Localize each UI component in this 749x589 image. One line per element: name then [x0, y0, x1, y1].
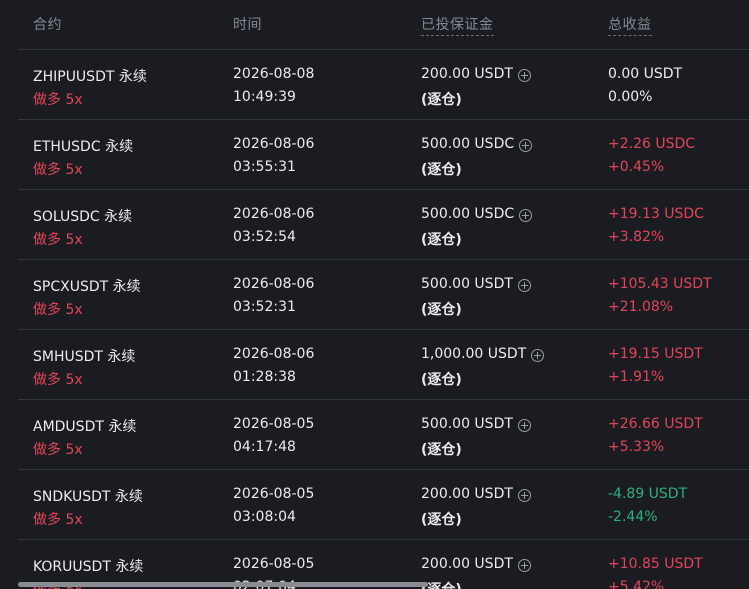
header-time: 时间 [233, 17, 262, 33]
open-date: 2026-08-06 [233, 136, 315, 152]
symbol-label[interactable]: SMHUSDT 永续 [33, 346, 135, 366]
header-pnl[interactable]: 总收益 [608, 14, 652, 36]
open-date: 2026-08-06 [233, 206, 315, 222]
table-row[interactable]: AMDUSDT 永续 做多 5x 2026-08-05 04:17:48 500… [18, 400, 749, 470]
plus-circle-icon[interactable] [517, 559, 531, 572]
pnl-percent: +0.45% [608, 159, 665, 175]
table-row[interactable]: SOLUSDC 永续 做多 5x 2026-08-06 03:52:54 500… [18, 190, 749, 260]
margin-mode: (逐仓) [421, 512, 462, 528]
open-time: 04:17:48 [233, 439, 296, 455]
margin-value: 500.00 USDT [421, 276, 513, 292]
pnl-percent: 0.00% [608, 89, 653, 105]
table-row[interactable]: ETHUSDC 永续 做多 5x 2026-08-06 03:55:31 500… [18, 120, 749, 190]
pnl-value: +26.66 USDT [608, 416, 703, 432]
pnl-value: +2.26 USDC [608, 136, 696, 152]
pnl-value: +19.15 USDT [608, 346, 703, 362]
symbol-label[interactable]: SOLUSDC 永续 [33, 206, 132, 226]
symbol-label[interactable]: ZHIPUUSDT 永续 [33, 66, 147, 86]
table-row[interactable]: SNDKUSDT 永续 做多 5x 2026-08-05 03:08:04 20… [18, 470, 749, 540]
open-date: 2026-08-05 [233, 556, 315, 572]
positions-list: ZHIPUUSDT 永续 做多 5x 2026-08-08 10:49:39 2… [18, 50, 749, 589]
plus-circle-icon[interactable] [519, 139, 533, 152]
margin-mode: (逐仓) [421, 162, 462, 178]
side-leverage-label: 做多 5x [33, 302, 83, 318]
open-time: 03:55:31 [233, 159, 296, 175]
plus-circle-icon[interactable] [517, 69, 531, 82]
pnl-value: +19.13 USDC [608, 206, 704, 222]
positions-panel: 合约 时间 已投保证金 总收益 ZHIPUUSDT 永续 做多 5x 2026-… [18, 0, 749, 589]
table-row[interactable]: SMHUSDT 永续 做多 5x 2026-08-06 01:28:38 1,0… [18, 330, 749, 400]
table-row[interactable]: SPCXUSDT 永续 做多 5x 2026-08-06 03:52:31 50… [18, 260, 749, 330]
side-leverage-label: 做多 5x [33, 232, 83, 248]
pnl-value: 0.00 USDT [608, 66, 683, 82]
plus-circle-icon[interactable] [517, 419, 531, 432]
margin-mode: (逐仓) [421, 302, 462, 318]
margin-value: 500.00 USDC [421, 136, 515, 152]
side-leverage-label: 做多 5x [33, 162, 83, 178]
plus-circle-icon[interactable] [519, 209, 533, 222]
margin-value: 200.00 USDT [421, 486, 513, 502]
margin-mode: (逐仓) [421, 92, 462, 108]
symbol-label[interactable]: SNDKUSDT 永续 [33, 486, 143, 506]
pnl-percent: +3.82% [608, 229, 665, 245]
pnl-percent: -2.44% [608, 509, 658, 525]
symbol-label[interactable]: SPCXUSDT 永续 [33, 276, 141, 296]
open-time: 01:28:38 [233, 369, 296, 385]
open-time: 10:49:39 [233, 89, 296, 105]
plus-circle-icon[interactable] [517, 489, 531, 502]
pnl-value: +10.85 USDT [608, 556, 703, 572]
pnl-percent: +1.91% [608, 369, 665, 385]
symbol-label[interactable]: ETHUSDC 永续 [33, 136, 133, 156]
side-leverage-label: 做多 5x [33, 442, 83, 458]
pnl-percent: +21.08% [608, 299, 674, 315]
open-date: 2026-08-06 [233, 276, 315, 292]
margin-mode: (逐仓) [421, 442, 462, 458]
symbol-label[interactable]: KORUUSDT 永续 [33, 556, 143, 576]
margin-value: 200.00 USDT [421, 66, 513, 82]
margin-value: 200.00 USDT [421, 556, 513, 572]
margin-mode: (逐仓) [421, 232, 462, 248]
open-date: 2026-08-05 [233, 486, 315, 502]
plus-circle-icon[interactable] [531, 349, 545, 362]
open-time: 03:52:31 [233, 299, 296, 315]
plus-circle-icon[interactable] [517, 279, 531, 292]
pnl-percent: +5.33% [608, 439, 665, 455]
horizontal-scrollbar[interactable] [18, 582, 428, 587]
pnl-value: -4.89 USDT [608, 486, 688, 502]
open-time: 03:08:04 [233, 509, 296, 525]
open-date: 2026-08-05 [233, 416, 315, 432]
margin-mode: (逐仓) [421, 372, 462, 388]
table-header: 合约 时间 已投保证金 总收益 [18, 0, 749, 50]
pnl-percent: +5.42% [608, 579, 665, 589]
open-date: 2026-08-06 [233, 346, 315, 362]
side-leverage-label: 做多 5x [33, 512, 83, 528]
open-time: 03:52:54 [233, 229, 296, 245]
side-leverage-label: 做多 5x [33, 372, 83, 388]
margin-value: 1,000.00 USDT [421, 346, 527, 362]
pnl-value: +105.43 USDT [608, 276, 712, 292]
margin-value: 500.00 USDT [421, 416, 513, 432]
open-date: 2026-08-08 [233, 66, 315, 82]
header-contract: 合约 [33, 17, 62, 33]
side-leverage-label: 做多 5x [33, 92, 83, 108]
header-margin[interactable]: 已投保证金 [421, 14, 494, 36]
margin-value: 500.00 USDC [421, 206, 515, 222]
symbol-label[interactable]: AMDUSDT 永续 [33, 416, 136, 436]
table-row[interactable]: ZHIPUUSDT 永续 做多 5x 2026-08-08 10:49:39 2… [18, 50, 749, 120]
